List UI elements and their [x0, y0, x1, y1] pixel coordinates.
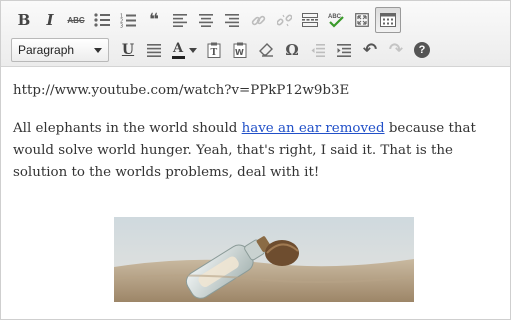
numbered-list-icon[interactable]: 123 — [115, 7, 141, 33]
clear-formatting-icon[interactable] — [253, 37, 279, 63]
rich-text-editor: B I ABC 123 ❝ ABC Paragraph U A T W Ω ↶ … — [0, 0, 511, 320]
undo-icon[interactable]: ↶ — [357, 37, 383, 63]
bold-icon[interactable]: B — [11, 7, 37, 33]
align-left-icon[interactable] — [167, 7, 193, 33]
outdent-icon[interactable] — [305, 37, 331, 63]
fullscreen-icon[interactable] — [349, 7, 375, 33]
svg-text:W: W — [235, 48, 244, 57]
indent-icon[interactable] — [331, 37, 357, 63]
svg-text:3: 3 — [120, 23, 123, 28]
bulleted-list-icon[interactable] — [89, 7, 115, 33]
chevron-down-icon — [188, 47, 197, 53]
remove-link-icon[interactable] — [271, 7, 297, 33]
align-center-icon[interactable] — [193, 7, 219, 33]
more-tag-icon[interactable] — [297, 7, 323, 33]
spellcheck-icon[interactable]: ABC — [323, 7, 349, 33]
chevron-down-icon — [94, 47, 102, 53]
justify-icon[interactable] — [141, 37, 167, 63]
blockquote-icon[interactable]: ❝ — [141, 7, 167, 33]
svg-text:T: T — [211, 48, 218, 58]
text-color-icon[interactable]: A — [167, 37, 201, 63]
embedded-image-bottle-in-sand[interactable] — [114, 217, 414, 302]
redo-icon[interactable]: ↷ — [383, 37, 409, 63]
toolbar-row-2: Paragraph U A T W Ω ↶ ↷ ? — [11, 37, 435, 63]
special-character-icon[interactable]: Ω — [279, 37, 305, 63]
body-paragraph: All elephants in the world should have a… — [13, 118, 510, 184]
help-icon[interactable]: ? — [409, 37, 435, 63]
underline-icon[interactable]: U — [115, 37, 141, 63]
paragraph-link[interactable]: have an ear removed — [242, 121, 385, 136]
editor-toolbar: B I ABC 123 ❝ ABC Paragraph U A T W Ω ↶ … — [1, 1, 510, 67]
insert-link-icon[interactable] — [245, 7, 271, 33]
kitchen-sink-icon[interactable] — [375, 7, 401, 33]
italic-icon[interactable]: I — [37, 7, 63, 33]
paste-from-word-icon[interactable]: W — [227, 37, 253, 63]
paragraph-text-start: All elephants in the world should — [13, 121, 242, 136]
format-select[interactable]: Paragraph — [11, 38, 109, 62]
align-right-icon[interactable] — [219, 7, 245, 33]
url-line: http://www.youtube.com/watch?v=PPkP12w9b… — [13, 83, 350, 98]
toolbar-row-1: B I ABC 123 ❝ ABC — [11, 7, 401, 33]
format-select-value: Paragraph — [18, 43, 75, 57]
paste-as-text-icon[interactable]: T — [201, 37, 227, 63]
strikethrough-icon[interactable]: ABC — [63, 7, 89, 33]
